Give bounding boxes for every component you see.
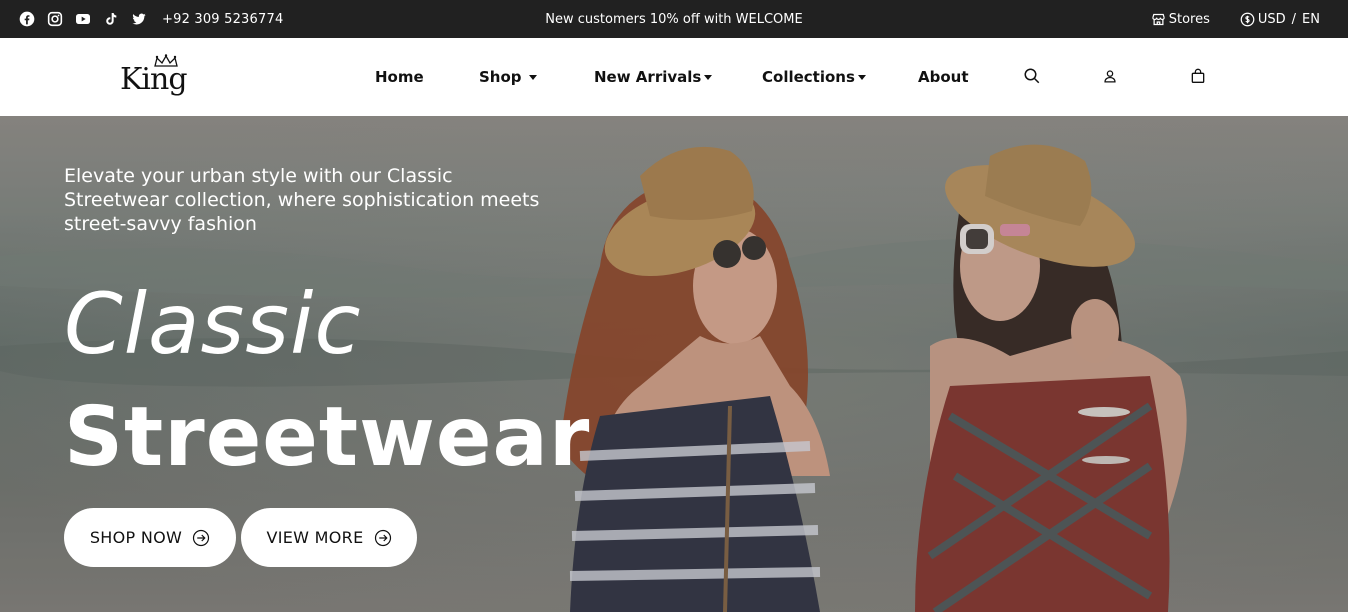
divider-slash: /: [1291, 11, 1297, 27]
currency-language-selector[interactable]: USD / EN: [1240, 12, 1320, 27]
store-icon: [1151, 13, 1165, 25]
caret-down-icon: [528, 75, 537, 80]
facebook-icon[interactable]: [18, 10, 36, 28]
nav-item-home[interactable]: Home: [375, 68, 424, 86]
nav-item-about[interactable]: About: [918, 68, 969, 86]
stores-link[interactable]: Stores: [1151, 12, 1210, 27]
nav-item-label: Collections: [762, 68, 855, 86]
logo[interactable]: King: [120, 54, 200, 100]
nav-item-label: Home: [375, 68, 424, 86]
arrow-right-circle-icon: [374, 529, 391, 546]
stores-label: Stores: [1168, 11, 1210, 27]
currency-label: USD: [1257, 11, 1286, 27]
caret-down-icon: [857, 75, 866, 80]
top-bar: +92 309 5236774 New customers 10% off wi…: [0, 0, 1348, 38]
youtube-icon[interactable]: [74, 10, 92, 28]
hero-title-line2: Streetwear: [64, 390, 591, 485]
dollar-coin-icon: [1240, 12, 1255, 26]
nav-item-collections[interactable]: Collections: [762, 68, 866, 86]
view-more-label: VIEW MORE: [266, 528, 364, 547]
search-icon[interactable]: [1022, 66, 1042, 86]
nav-item-new-arrivals[interactable]: New Arrivals: [594, 68, 713, 86]
phone-number[interactable]: +92 309 5236774: [162, 12, 283, 27]
hero-title-line1: Classic: [64, 275, 362, 373]
bag-icon[interactable]: [1188, 66, 1208, 86]
tiktok-icon[interactable]: [102, 10, 120, 28]
nav-item-shop[interactable]: Shop: [479, 68, 537, 86]
view-more-button[interactable]: VIEW MORE: [241, 508, 417, 567]
shop-now-button[interactable]: SHOP NOW: [64, 508, 236, 567]
caret-down-icon: [704, 75, 713, 80]
promo-text: New customers 10% off with WELCOME: [545, 11, 803, 27]
crown-icon: [154, 54, 178, 67]
hero-banner: Elevate your urban style with our Classi…: [0, 116, 1348, 612]
social-links: +92 309 5236774: [18, 0, 283, 38]
instagram-icon[interactable]: [46, 10, 64, 28]
top-right-links: Stores USD / EN: [1151, 0, 1320, 38]
nav-item-label: Shop: [479, 68, 522, 86]
nav-item-label: About: [918, 68, 969, 86]
arrow-right-circle-icon: [193, 529, 210, 546]
language-label: EN: [1302, 11, 1320, 27]
main-navigation: King Home Shop New Arrivals Collections …: [0, 38, 1348, 116]
twitter-icon[interactable]: [130, 10, 148, 28]
shop-now-label: SHOP NOW: [89, 528, 183, 547]
hero-tagline: Elevate your urban style with our Classi…: [64, 165, 540, 235]
nav-item-label: New Arrivals: [594, 68, 702, 86]
user-icon[interactable]: [1100, 66, 1120, 86]
